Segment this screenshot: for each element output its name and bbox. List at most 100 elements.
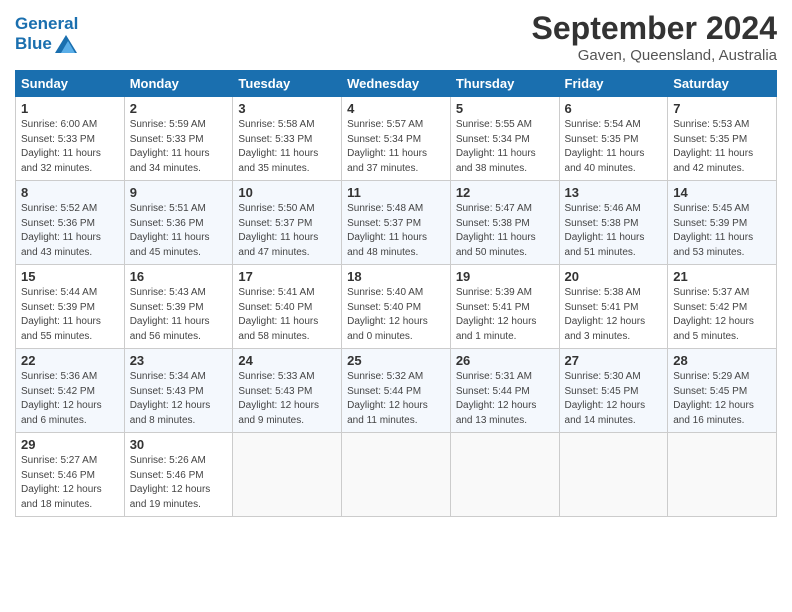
logo-text: General Blue	[15, 14, 78, 54]
table-row: 19 Sunrise: 5:39 AM Sunset: 5:41 PM Dayli…	[450, 265, 559, 349]
day-detail: Sunrise: 5:27 AM Sunset: 5:46 PM Dayligh…	[21, 454, 119, 512]
col-sunday: Sunday	[16, 71, 125, 97]
table-row: 6 Sunrise: 5:54 AM Sunset: 5:35 PM Daylig…	[559, 97, 668, 181]
day-number: 9	[130, 185, 228, 200]
table-row: 20Sunrise: 5:38 AM Sunset: 5:41 PM Dayli…	[559, 265, 668, 349]
day-detail: Sunrise: 5:39 AM Sunset: 5:41 PM Dayligh…	[456, 286, 554, 344]
day-number: 21	[673, 269, 771, 284]
day-detail: Sunrise: 5:37 AM Sunset: 5:42 PM Dayligh…	[673, 286, 771, 344]
day-number: 10	[238, 185, 336, 200]
header: General Blue September 2024 Gaven, Queen…	[15, 10, 777, 64]
table-row: 3 Sunrise: 5:58 AM Sunset: 5:33 PM Daylig…	[233, 97, 342, 181]
day-number: 18	[347, 269, 445, 284]
table-row: 14Sunrise: 5:45 AM Sunset: 5:39 PM Dayli…	[668, 181, 777, 265]
table-row: 29 Sunrise: 5:27 AM Sunset: 5:46 PM Dayli…	[16, 433, 125, 517]
col-wednesday: Wednesday	[342, 71, 451, 97]
day-number: 15	[21, 269, 119, 284]
col-friday: Friday	[559, 71, 668, 97]
day-number: 29	[21, 437, 119, 452]
day-number: 2	[130, 101, 228, 116]
day-number: 25	[347, 353, 445, 368]
day-detail: Sunrise: 5:34 AM Sunset: 5:43 PM Dayligh…	[130, 370, 228, 428]
day-number: 22	[21, 353, 119, 368]
day-detail: Sunrise: 5:36 AM Sunset: 5:42 PM Dayligh…	[21, 370, 119, 428]
logo-blue: Blue	[15, 34, 52, 54]
day-detail: Sunrise: 5:29 AM Sunset: 5:45 PM Dayligh…	[673, 370, 771, 428]
day-number: 7	[673, 101, 771, 116]
day-detail: Sunrise: 5:31 AM Sunset: 5:44 PM Dayligh…	[456, 370, 554, 428]
day-number: 23	[130, 353, 228, 368]
day-number: 17	[238, 269, 336, 284]
day-number: 26	[456, 353, 554, 368]
day-number: 6	[565, 101, 663, 116]
day-detail: Sunrise: 5:59 AM Sunset: 5:33 PM Dayligh…	[130, 118, 228, 176]
table-row	[233, 433, 342, 517]
title-block: September 2024 Gaven, Queensland, Austra…	[532, 10, 777, 64]
day-number: 3	[238, 101, 336, 116]
day-detail: Sunrise: 5:47 AM Sunset: 5:38 PM Dayligh…	[456, 202, 554, 260]
day-detail: Sunrise: 5:30 AM Sunset: 5:45 PM Dayligh…	[565, 370, 663, 428]
calendar-week-row: 29 Sunrise: 5:27 AM Sunset: 5:46 PM Dayli…	[16, 433, 777, 517]
day-detail: Sunrise: 6:00 AM Sunset: 5:33 PM Dayligh…	[21, 118, 119, 176]
day-detail: Sunrise: 5:58 AM Sunset: 5:33 PM Dayligh…	[238, 118, 336, 176]
day-number: 30	[130, 437, 228, 452]
table-row: 26 Sunrise: 5:31 AM Sunset: 5:44 PM Dayli…	[450, 349, 559, 433]
table-row: 23 Sunrise: 5:34 AM Sunset: 5:43 PM Dayli…	[124, 349, 233, 433]
day-detail: Sunrise: 5:40 AM Sunset: 5:40 PM Dayligh…	[347, 286, 445, 344]
table-row	[342, 433, 451, 517]
calendar-table: Sunday Monday Tuesday Wednesday Thursday…	[15, 70, 777, 517]
day-number: 5	[456, 101, 554, 116]
day-detail: Sunrise: 5:45 AM Sunset: 5:39 PM Dayligh…	[673, 202, 771, 260]
day-number: 8	[21, 185, 119, 200]
table-row	[450, 433, 559, 517]
table-row: 11 Sunrise: 5:48 AM Sunset: 5:37 PM Dayli…	[342, 181, 451, 265]
day-detail: Sunrise: 5:38 AM Sunset: 5:41 PM Dayligh…	[565, 286, 663, 344]
main-title: September 2024	[532, 10, 777, 47]
table-row: 7 Sunrise: 5:53 AM Sunset: 5:35 PM Daylig…	[668, 97, 777, 181]
logo-icon	[55, 35, 77, 53]
logo: General Blue	[15, 14, 78, 54]
day-number: 13	[565, 185, 663, 200]
table-row: 25Sunrise: 5:32 AM Sunset: 5:44 PM Dayli…	[342, 349, 451, 433]
day-detail: Sunrise: 5:50 AM Sunset: 5:37 PM Dayligh…	[238, 202, 336, 260]
table-row: 17 Sunrise: 5:41 AM Sunset: 5:40 PM Dayli…	[233, 265, 342, 349]
col-saturday: Saturday	[668, 71, 777, 97]
col-monday: Monday	[124, 71, 233, 97]
day-detail: Sunrise: 5:43 AM Sunset: 5:39 PM Dayligh…	[130, 286, 228, 344]
col-thursday: Thursday	[450, 71, 559, 97]
table-row: 24Sunrise: 5:33 AM Sunset: 5:43 PM Dayli…	[233, 349, 342, 433]
day-detail: Sunrise: 5:41 AM Sunset: 5:40 PM Dayligh…	[238, 286, 336, 344]
table-row: 30Sunrise: 5:26 AM Sunset: 5:46 PM Dayli…	[124, 433, 233, 517]
day-detail: Sunrise: 5:54 AM Sunset: 5:35 PM Dayligh…	[565, 118, 663, 176]
day-detail: Sunrise: 5:48 AM Sunset: 5:37 PM Dayligh…	[347, 202, 445, 260]
table-row: 13Sunrise: 5:46 AM Sunset: 5:38 PM Dayli…	[559, 181, 668, 265]
day-detail: Sunrise: 5:55 AM Sunset: 5:34 PM Dayligh…	[456, 118, 554, 176]
day-detail: Sunrise: 5:44 AM Sunset: 5:39 PM Dayligh…	[21, 286, 119, 344]
table-row: 8 Sunrise: 5:52 AM Sunset: 5:36 PM Daylig…	[16, 181, 125, 265]
calendar-week-row: 8 Sunrise: 5:52 AM Sunset: 5:36 PM Daylig…	[16, 181, 777, 265]
subtitle: Gaven, Queensland, Australia	[532, 47, 777, 64]
col-tuesday: Tuesday	[233, 71, 342, 97]
day-number: 1	[21, 101, 119, 116]
table-row: 22 Sunrise: 5:36 AM Sunset: 5:42 PM Dayli…	[16, 349, 125, 433]
table-row: 1 Sunrise: 6:00 AM Sunset: 5:33 PM Daylig…	[16, 97, 125, 181]
day-number: 27	[565, 353, 663, 368]
table-row: 16Sunrise: 5:43 AM Sunset: 5:39 PM Dayli…	[124, 265, 233, 349]
day-detail: Sunrise: 5:33 AM Sunset: 5:43 PM Dayligh…	[238, 370, 336, 428]
day-number: 28	[673, 353, 771, 368]
header-row: Sunday Monday Tuesday Wednesday Thursday…	[16, 71, 777, 97]
calendar-week-row: 15 Sunrise: 5:44 AM Sunset: 5:39 PM Dayli…	[16, 265, 777, 349]
day-detail: Sunrise: 5:53 AM Sunset: 5:35 PM Dayligh…	[673, 118, 771, 176]
table-row: 10 Sunrise: 5:50 AM Sunset: 5:37 PM Dayli…	[233, 181, 342, 265]
day-number: 4	[347, 101, 445, 116]
day-number: 11	[347, 185, 445, 200]
day-detail: Sunrise: 5:57 AM Sunset: 5:34 PM Dayligh…	[347, 118, 445, 176]
table-row: 15 Sunrise: 5:44 AM Sunset: 5:39 PM Dayli…	[16, 265, 125, 349]
table-row: 12Sunrise: 5:47 AM Sunset: 5:38 PM Dayli…	[450, 181, 559, 265]
calendar-week-row: 22 Sunrise: 5:36 AM Sunset: 5:42 PM Dayli…	[16, 349, 777, 433]
day-number: 19	[456, 269, 554, 284]
table-row: 4 Sunrise: 5:57 AM Sunset: 5:34 PM Daylig…	[342, 97, 451, 181]
table-row: 5 Sunrise: 5:55 AM Sunset: 5:34 PM Daylig…	[450, 97, 559, 181]
day-detail: Sunrise: 5:52 AM Sunset: 5:36 PM Dayligh…	[21, 202, 119, 260]
table-row: 27 Sunrise: 5:30 AM Sunset: 5:45 PM Dayli…	[559, 349, 668, 433]
